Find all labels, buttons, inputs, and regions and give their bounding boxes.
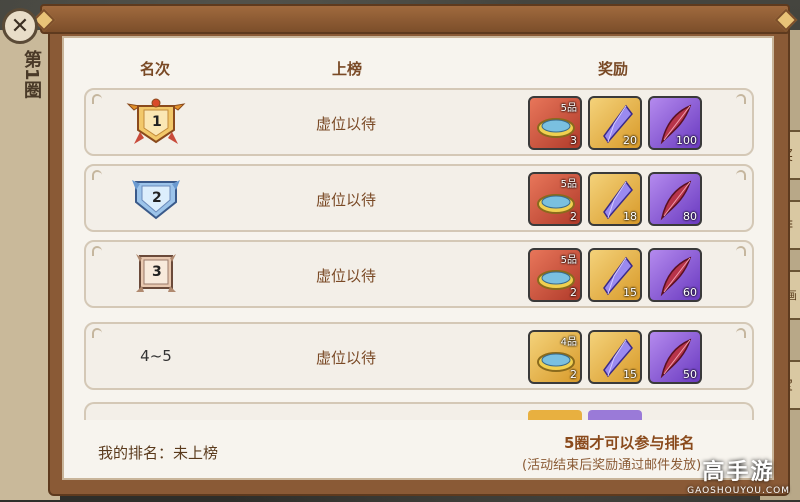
- item-count: 50: [683, 368, 697, 381]
- rank-row: 3 虚位以待 5品 2 15 60: [84, 240, 754, 308]
- status-text: 虚位以待: [316, 115, 377, 133]
- item-count: 20: [623, 134, 637, 147]
- reward-item[interactable]: 15: [588, 330, 642, 384]
- reward-list: 5品 2 18 80: [528, 172, 702, 226]
- item-count: 80: [683, 210, 697, 223]
- rank-badge-silver: 2: [126, 172, 186, 224]
- status-text: 虚位以待: [316, 349, 377, 367]
- reward-item[interactable]: 80: [648, 172, 702, 226]
- item-count: 3: [570, 134, 577, 147]
- item-count: 15: [623, 368, 637, 381]
- item-count: 15: [623, 286, 637, 299]
- rank-number: 3: [152, 264, 162, 280]
- reward-item[interactable]: 50: [648, 330, 702, 384]
- frame-top-bar: [32, 4, 798, 34]
- rank-badge-bronze: 3: [126, 248, 186, 300]
- reward-item[interactable]: 60: [648, 248, 702, 302]
- close-icon: ✕: [10, 13, 30, 39]
- requirement-note: (活动结束后奖励通过邮件发放): [522, 458, 702, 473]
- reward-item[interactable]: 100: [648, 96, 702, 150]
- round-label: 第1圈: [21, 50, 42, 99]
- watermark: 高手游 GAOSHOUYOU.COM: [687, 454, 790, 496]
- reward-list: 5品 3 20 100: [528, 96, 702, 150]
- header-list: 上榜: [332, 60, 363, 78]
- item-grade: 4品: [560, 337, 577, 348]
- reward-list: 4品 2 15 50: [528, 330, 702, 384]
- header-rank: 名次: [140, 60, 171, 78]
- reward-item[interactable]: 5品 2: [528, 172, 582, 226]
- footer: 我的排名：未上榜 5圈才可以参与排名 (活动结束后奖励通过邮件发放): [64, 424, 772, 480]
- reward-item[interactable]: 20: [588, 96, 642, 150]
- rank-row: 2 虚位以待 5品 2 18 80: [84, 164, 754, 232]
- watermark-url: GAOSHOUYOU.COM: [687, 486, 790, 496]
- item-count: 18: [623, 210, 637, 223]
- ranking-panel: 名次 上榜 奖励 1 虚位以待 5品 3 20 100 2 虚位以待 5品 2 …: [62, 36, 774, 480]
- rank-row: 4~5 虚位以待 4品 2 15 50: [84, 322, 754, 390]
- item-count: 60: [683, 286, 697, 299]
- reward-list: 5品 2 15 60: [528, 248, 702, 302]
- item-count: 2: [570, 210, 577, 223]
- item-grade: 5品: [560, 179, 577, 190]
- rank-number: 2: [152, 190, 162, 206]
- reward-item[interactable]: 18: [588, 172, 642, 226]
- item-count: 100: [676, 134, 697, 147]
- status-text: 虚位以待: [316, 191, 377, 209]
- item-count: 2: [570, 368, 577, 381]
- reward-item[interactable]: 5品 2: [528, 248, 582, 302]
- rank-range: 4~5: [140, 347, 172, 365]
- status-text: 虚位以待: [316, 267, 377, 285]
- reward-item[interactable]: 5品 3: [528, 96, 582, 150]
- requirement-text: 5圈才可以参与排名: [564, 434, 695, 452]
- header-reward: 奖励: [598, 60, 629, 78]
- rank-row: 1 虚位以待 5品 3 20 100: [84, 88, 754, 156]
- rank-text-cell: 4~5: [126, 330, 186, 382]
- reward-item[interactable]: 15: [588, 248, 642, 302]
- item-count: 2: [570, 286, 577, 299]
- watermark-logo: 高手游: [702, 460, 775, 485]
- rank-row-partial: [84, 402, 754, 420]
- close-button[interactable]: ✕: [2, 8, 38, 44]
- item-grade: 5品: [560, 103, 577, 114]
- reward-item[interactable]: 4品 2: [528, 330, 582, 384]
- my-rank-text: 我的排名：未上榜: [98, 444, 219, 462]
- item-grade: 5品: [560, 255, 577, 266]
- table-header: 名次 上榜 奖励: [64, 38, 772, 88]
- rank-badge-gold: 1: [126, 96, 186, 148]
- rank-number: 1: [152, 114, 162, 130]
